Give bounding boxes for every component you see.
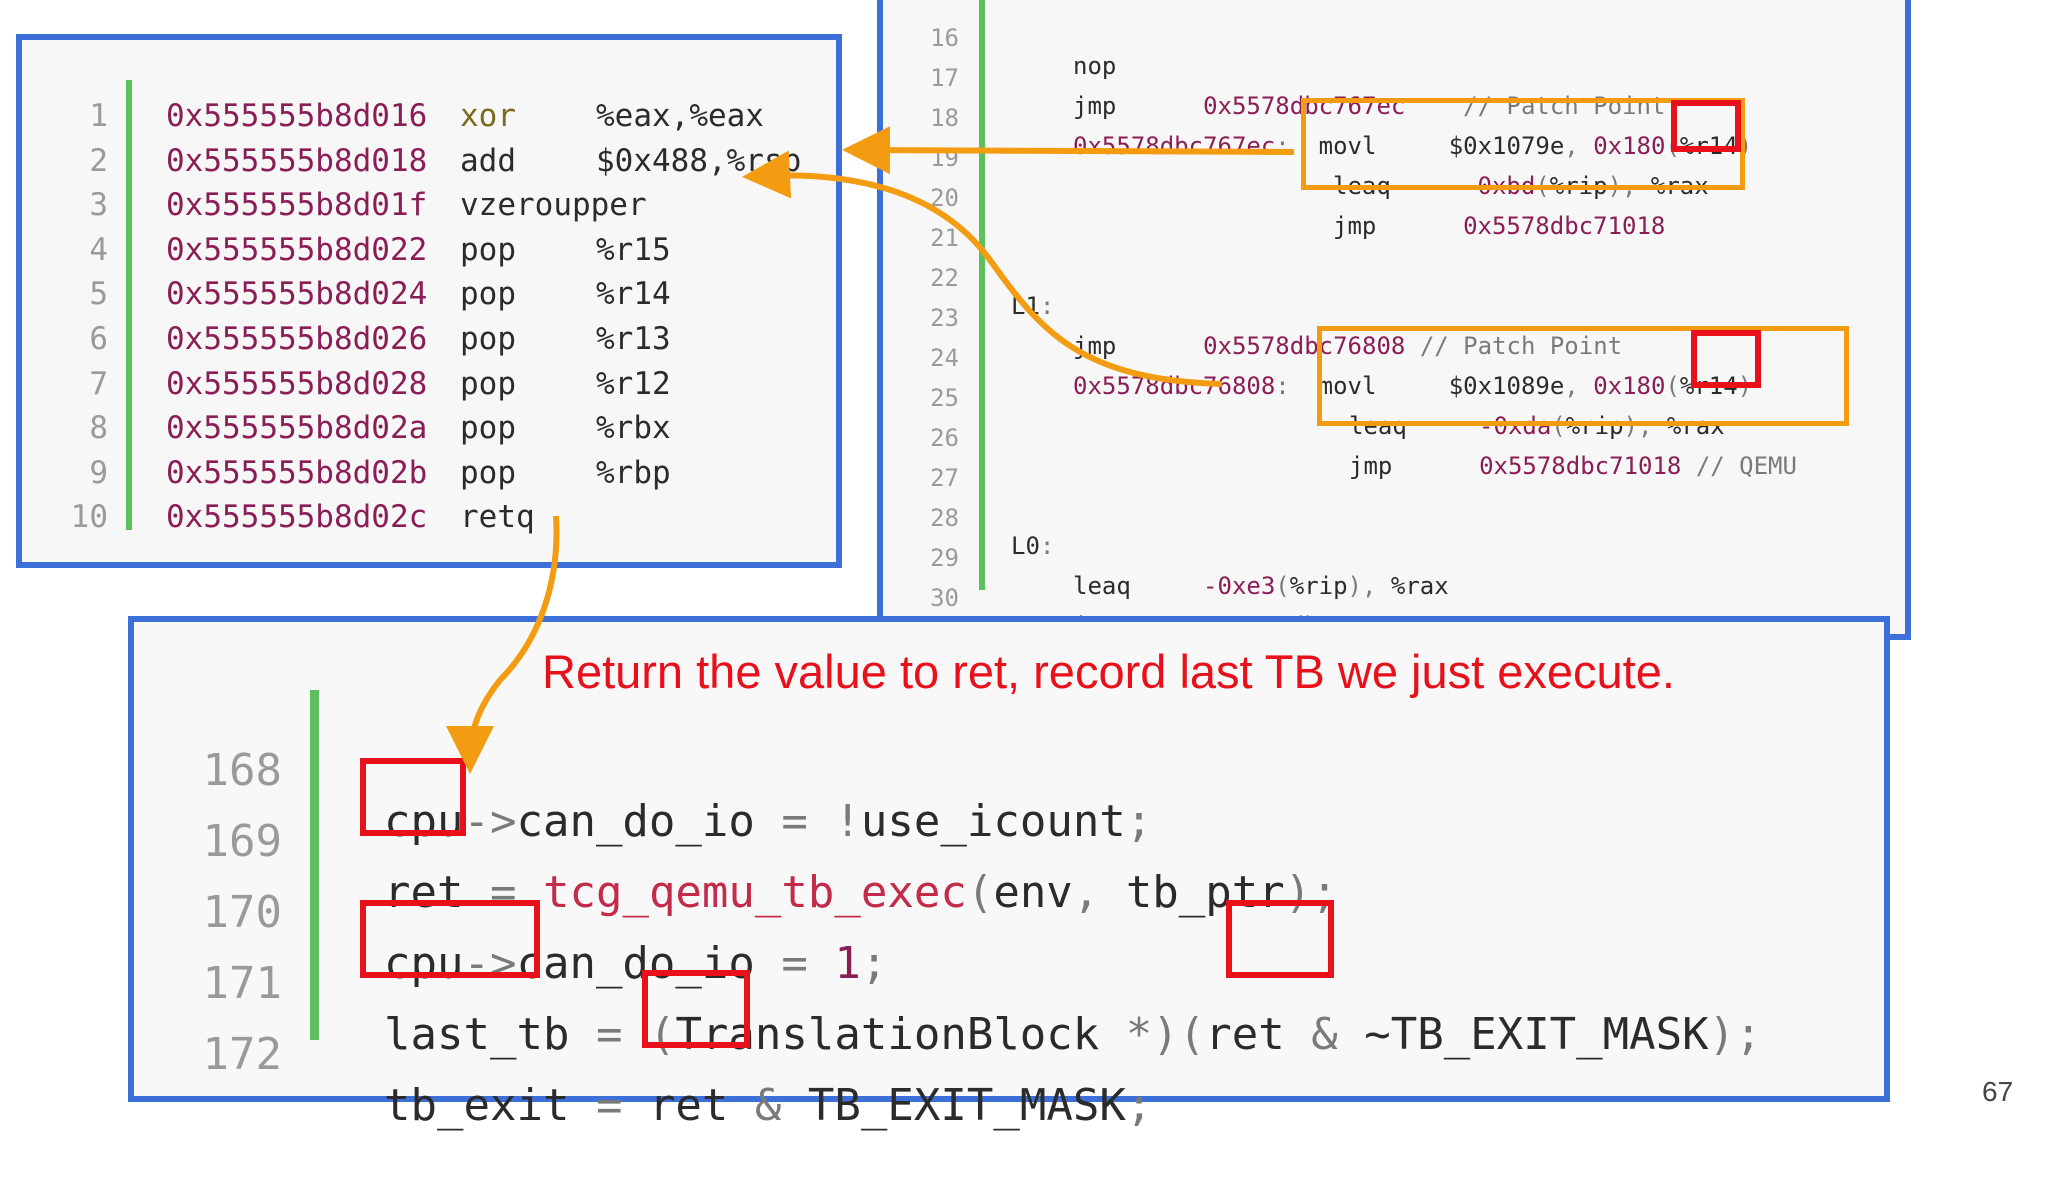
instruction-address: 0x555555b8d026 bbox=[166, 321, 428, 357]
line-number: 10 bbox=[70, 499, 108, 536]
line-number: 8 bbox=[89, 410, 108, 447]
red-highlight-last-tb-171 bbox=[360, 900, 540, 978]
bottom-code-panel: Return the value to ret, record last TB … bbox=[128, 616, 1890, 1131]
instruction-opcode: retq bbox=[460, 499, 535, 536]
instruction-operands: %rbx bbox=[596, 410, 671, 447]
line-number: 7 bbox=[89, 365, 108, 402]
instruction-operands: %r15 bbox=[596, 231, 671, 268]
line-number: 1 bbox=[89, 98, 108, 134]
instruction-address: 0x555555b8d018 bbox=[166, 142, 428, 179]
code-text: leaq -0xe3(%rip), %rax bbox=[1073, 572, 1449, 600]
code-text: nop bbox=[1073, 52, 1117, 80]
instruction-opcode: pop bbox=[460, 454, 516, 491]
instruction-opcode: xor bbox=[460, 98, 516, 134]
instruction-operands: %r12 bbox=[596, 365, 671, 402]
red-highlight-ret-171 bbox=[1226, 900, 1334, 978]
instruction-address: 0x555555b8d02c bbox=[166, 499, 428, 536]
instruction-opcode: pop bbox=[460, 410, 516, 447]
code-text: cpu->can_do_io = !use_icount; bbox=[384, 796, 1153, 847]
code-text: L1: bbox=[1011, 292, 1055, 320]
line-number: 3 bbox=[89, 187, 108, 224]
orange-highlight-box-bottom bbox=[1317, 326, 1849, 426]
code-text: last_tb = (TranslationBlock *)(ret & ~TB… bbox=[384, 1009, 1762, 1060]
code-text: jmp 0x5578dbc71018 bbox=[1333, 212, 1666, 240]
line-number: 4 bbox=[89, 231, 108, 268]
instruction-operands: %r13 bbox=[596, 321, 671, 357]
instruction-opcode: pop bbox=[460, 321, 516, 357]
instruction-address: 0x555555b8d01f bbox=[166, 187, 428, 224]
line-number: 2 bbox=[89, 142, 108, 179]
instruction-address: 0x555555b8d024 bbox=[166, 276, 428, 313]
instruction-opcode: pop bbox=[460, 276, 516, 313]
right-code-lines: 16 nop 17 jmp 0x5578dbc767ec // Patch Po… bbox=[883, 0, 1905, 640]
code-line: 172 tb_exit = ret & TB_EXIT_MASK; bbox=[134, 978, 1153, 1182]
red-highlight-rax-top bbox=[1671, 100, 1741, 152]
line-number: 9 bbox=[89, 454, 108, 491]
instruction-address: 0x555555b8d022 bbox=[166, 231, 428, 268]
red-highlight-ret-172 bbox=[642, 970, 750, 1048]
instruction-operands: %rbp bbox=[596, 454, 671, 491]
code-text: L0: bbox=[1011, 532, 1055, 560]
right-code-panel: 16 nop 17 jmp 0x5578dbc767ec // Patch Po… bbox=[877, 0, 1911, 640]
red-highlight-ret-169 bbox=[360, 758, 466, 836]
instruction-operands: %r14 bbox=[596, 276, 671, 313]
instruction-opcode: pop bbox=[460, 231, 516, 268]
instruction-opcode: pop bbox=[460, 365, 516, 402]
instruction-address: 0x555555b8d02a bbox=[166, 410, 428, 447]
line-number: 6 bbox=[89, 321, 108, 357]
left-code-panel: 1 0x555555b8d016 xor %eax,%eax 2 0x555555b8d0… bbox=[16, 34, 842, 568]
red-highlight-rax-bottom bbox=[1691, 330, 1761, 388]
instruction-address: 0x555555b8d028 bbox=[166, 365, 428, 402]
instruction-operands: $0x488,%rsp bbox=[596, 142, 802, 179]
instruction-address: 0x555555b8d02b bbox=[166, 454, 428, 491]
line-number: 30 bbox=[930, 584, 959, 612]
code-text: jmp 0x5578dbc71018 // QEMU bbox=[1349, 452, 1797, 480]
left-code-lines: 1 0x555555b8d016 xor %eax,%eax 2 0x555555b8d0… bbox=[22, 40, 836, 562]
instruction-opcode: add bbox=[460, 142, 516, 179]
line-number: 5 bbox=[89, 276, 108, 313]
line-number: 172 bbox=[202, 1029, 282, 1080]
instruction-operands: %eax,%eax bbox=[596, 98, 764, 134]
code-text: tb_exit = ret & TB_EXIT_MASK; bbox=[384, 1080, 1153, 1131]
page-number: 67 bbox=[1982, 1076, 2014, 1107]
instruction-opcode: vzeroupper bbox=[460, 187, 647, 224]
bottom-code-lines: 168 cpu->can_do_io = !use_icount; 169 re… bbox=[134, 622, 1884, 1131]
instruction-address: 0x555555b8d016 bbox=[166, 98, 428, 134]
